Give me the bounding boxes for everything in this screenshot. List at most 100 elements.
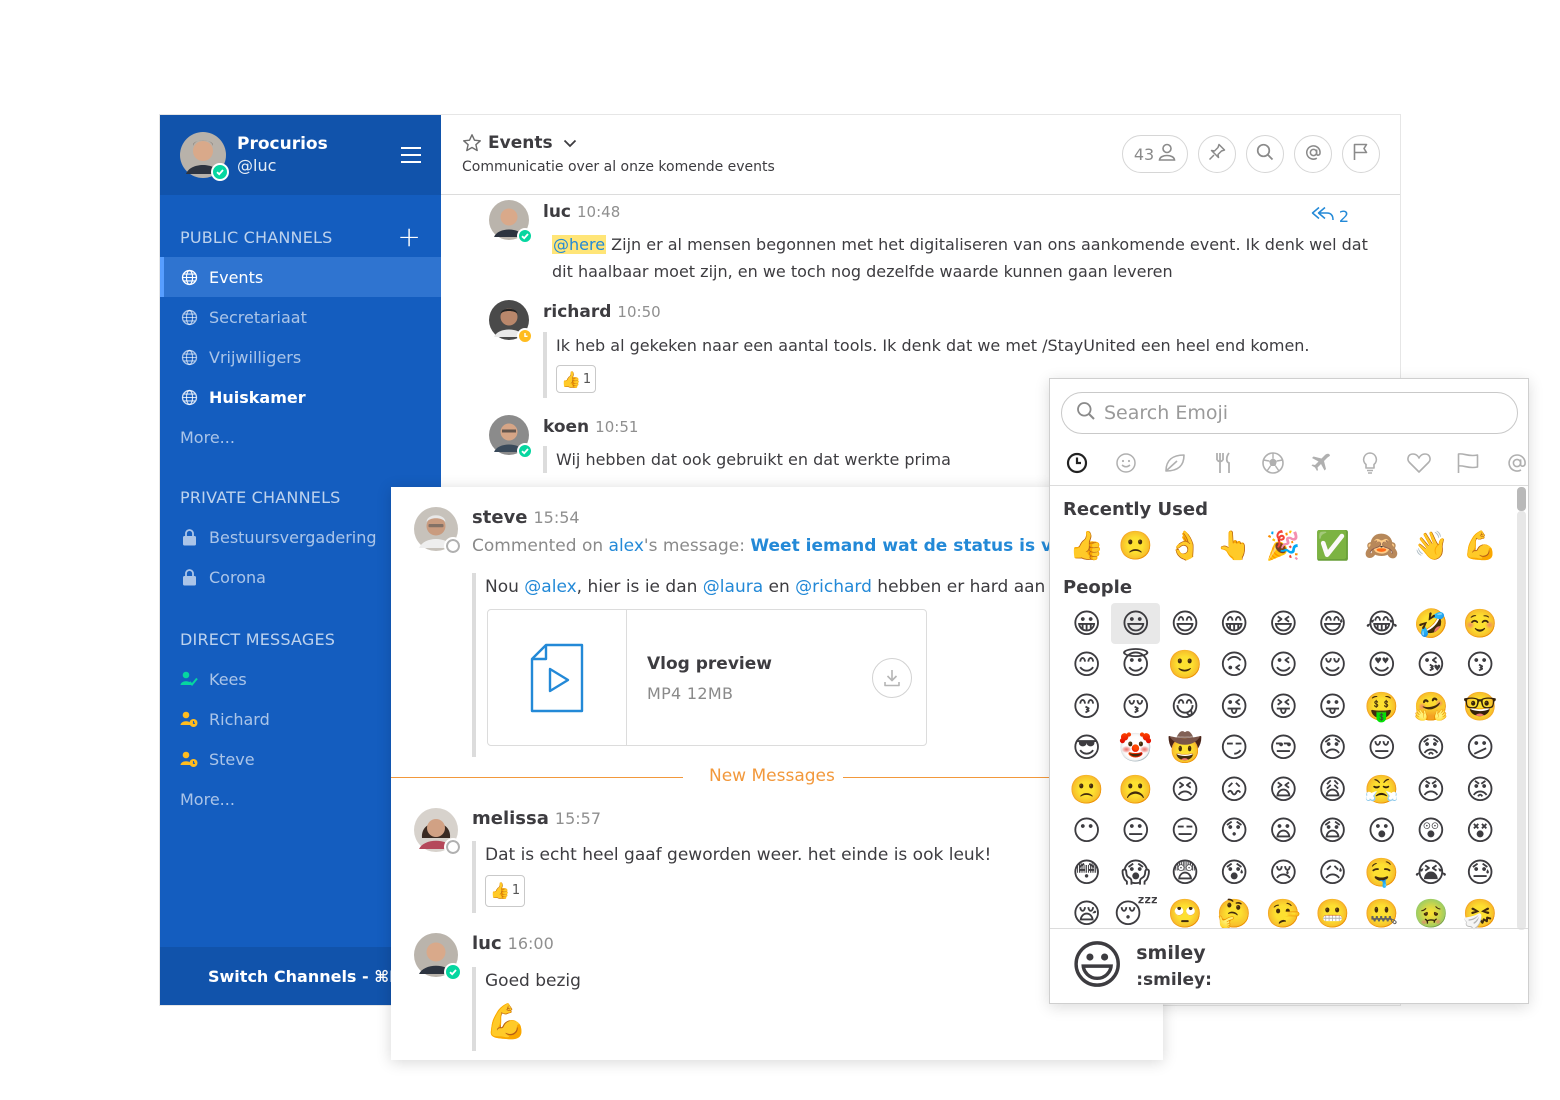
recent-icon[interactable] — [1064, 450, 1090, 476]
emoji-cell[interactable]: 🙁 — [1111, 525, 1160, 567]
emoji-cell[interactable]: 😛 — [1308, 686, 1357, 728]
emoji-cell[interactable]: 😤 — [1357, 769, 1406, 811]
emoji-cell[interactable]: 😕 — [1456, 727, 1505, 769]
post-time[interactable]: 15:57 — [555, 809, 601, 828]
emoji-cell[interactable]: 😑 — [1160, 810, 1209, 852]
avatar[interactable] — [414, 808, 462, 856]
post[interactable]: steve 15:54 Commented on alex's message: … — [414, 507, 1154, 757]
emoji-cell[interactable]: 👆 — [1210, 525, 1259, 567]
mention-here[interactable]: @here — [552, 235, 607, 254]
post-username[interactable]: steve — [472, 507, 527, 528]
emoji-cell[interactable]: 😃 — [1111, 602, 1161, 644]
emoji-cell[interactable]: ☹️ — [1111, 769, 1160, 811]
emoji-cell[interactable]: 😐 — [1111, 810, 1160, 852]
reaction-thumbsup[interactable]: 👍 1 — [556, 365, 597, 393]
pin-button[interactable] — [1198, 135, 1236, 173]
post[interactable]: luc 16:00 Goed bezig 💪 — [414, 933, 1154, 1053]
team-header[interactable]: Procurios @luc — [160, 115, 441, 195]
emoji-cell[interactable]: 😩 — [1308, 769, 1357, 811]
travel-icon[interactable] — [1308, 450, 1334, 476]
emoji-cell[interactable]: 😣 — [1160, 769, 1209, 811]
emoji-cell[interactable]: 🤐 — [1357, 893, 1406, 930]
emoji-search[interactable] — [1061, 392, 1518, 434]
emoji-cell[interactable]: 😡 — [1456, 769, 1505, 811]
emoji-cell[interactable]: 😨 — [1160, 852, 1209, 894]
emoji-search-input[interactable] — [1104, 402, 1484, 424]
emoji-cell[interactable]: 😶 — [1062, 810, 1111, 852]
emoji-cell[interactable]: 😔 — [1357, 727, 1406, 769]
avatar[interactable] — [489, 300, 533, 344]
emoji-cell[interactable]: 😪 — [1062, 893, 1111, 930]
emoji-cell[interactable]: 😭 — [1406, 852, 1455, 894]
symbols-icon[interactable] — [1406, 450, 1432, 476]
add-channel-icon[interactable]: + — [397, 223, 421, 251]
emoji-cell[interactable]: 🤑 — [1357, 686, 1406, 728]
emoji-cell[interactable]: 🙈 — [1357, 525, 1406, 567]
emoji-cell[interactable]: 😦 — [1259, 810, 1308, 852]
food-icon[interactable] — [1211, 450, 1237, 476]
avatar[interactable] — [414, 933, 462, 981]
emoji-cell[interactable]: ✅ — [1308, 525, 1357, 567]
commented-user-link[interactable]: alex — [609, 536, 644, 556]
mention-richard[interactable]: @richard — [795, 577, 872, 597]
emoji-cell[interactable]: 🤔 — [1210, 893, 1259, 930]
emoji-cell[interactable]: 😆 — [1259, 603, 1308, 645]
scrollbar-thumb[interactable] — [1517, 487, 1526, 511]
mention-laura[interactable]: @laura — [703, 577, 763, 597]
file-name[interactable]: Vlog preview — [647, 654, 772, 674]
scrollbar-track[interactable] — [1517, 511, 1526, 930]
chevron-down-icon[interactable] — [563, 139, 577, 148]
post-time[interactable]: 16:00 — [508, 934, 554, 953]
emoji-cell[interactable]: 😠 — [1406, 769, 1455, 811]
sidebar-item-vrijwilligers[interactable]: Vrijwilligers — [160, 337, 441, 377]
post-username[interactable]: luc — [543, 202, 571, 222]
emoji-cell[interactable]: 🙁 — [1062, 769, 1111, 811]
emoji-cell[interactable]: 😉 — [1259, 644, 1308, 686]
emoji-cell[interactable]: 😋 — [1160, 686, 1209, 728]
emoji-cell[interactable]: 😍 — [1357, 644, 1406, 686]
people-icon[interactable] — [1113, 450, 1139, 476]
emoji-cell[interactable]: 😒 — [1259, 727, 1308, 769]
emoji-cell[interactable]: 😚 — [1111, 686, 1160, 728]
emoji-cell[interactable]: ☺️ — [1456, 603, 1505, 645]
activity-icon[interactable] — [1260, 450, 1286, 476]
download-icon[interactable] — [872, 658, 912, 698]
emoji-cell[interactable]: 👌 — [1160, 525, 1209, 567]
star-icon[interactable] — [462, 133, 482, 153]
members-button[interactable]: 43 — [1122, 135, 1188, 173]
emoji-cell[interactable]: 😯 — [1210, 810, 1259, 852]
public-more-link[interactable]: More... — [160, 417, 441, 457]
flagged-button[interactable] — [1342, 135, 1380, 173]
post-username[interactable]: richard — [543, 302, 611, 322]
emoji-cell[interactable]: 😙 — [1062, 686, 1111, 728]
emoji-cell[interactable]: 😀 — [1062, 603, 1111, 645]
post[interactable]: luc 10:48 2 @here Zijn er al mensen begon… — [489, 200, 1379, 290]
sidebar-item-events[interactable]: Events — [160, 257, 441, 297]
emoji-cell[interactable]: 😱 — [1111, 852, 1160, 894]
emoji-cell[interactable]: 😜 — [1210, 686, 1259, 728]
post-time[interactable]: 15:54 — [533, 508, 579, 527]
emoji-cell[interactable]: 🤓 — [1456, 686, 1505, 728]
mention-alex[interactable]: @alex — [524, 577, 576, 597]
emoji-cell[interactable]: 🤠 — [1160, 727, 1209, 769]
post-username[interactable]: luc — [472, 933, 502, 954]
flags-icon[interactable] — [1455, 450, 1481, 476]
emoji-cell[interactable]: 🤤 — [1357, 852, 1406, 894]
emoji-cell[interactable]: 🤧 — [1456, 893, 1505, 930]
emoji-cell[interactable]: 🙄 — [1160, 893, 1209, 930]
avatar[interactable] — [489, 200, 533, 244]
emoji-cell[interactable]: 🤗 — [1406, 686, 1455, 728]
emoji-cell[interactable]: 😢 — [1259, 852, 1308, 894]
file-attachment[interactable]: Vlog preview MP4 12MB — [487, 609, 927, 746]
post-time[interactable]: 10:51 — [595, 418, 638, 436]
custom-icon[interactable] — [1504, 450, 1528, 476]
avatar[interactable] — [414, 507, 462, 555]
emoji-cell[interactable]: 😓 — [1456, 852, 1505, 894]
emoji-cell[interactable]: 😖 — [1210, 769, 1259, 811]
reaction-thumbsup[interactable]: 👍 1 — [485, 875, 526, 907]
emoji-cell[interactable]: 😴 — [1111, 893, 1160, 930]
emoji-cell[interactable]: 🤥 — [1259, 893, 1308, 930]
emoji-cell[interactable]: 😳 — [1062, 852, 1111, 894]
post-username[interactable]: melissa — [472, 808, 549, 829]
emoji-cell[interactable]: 😝 — [1259, 686, 1308, 728]
